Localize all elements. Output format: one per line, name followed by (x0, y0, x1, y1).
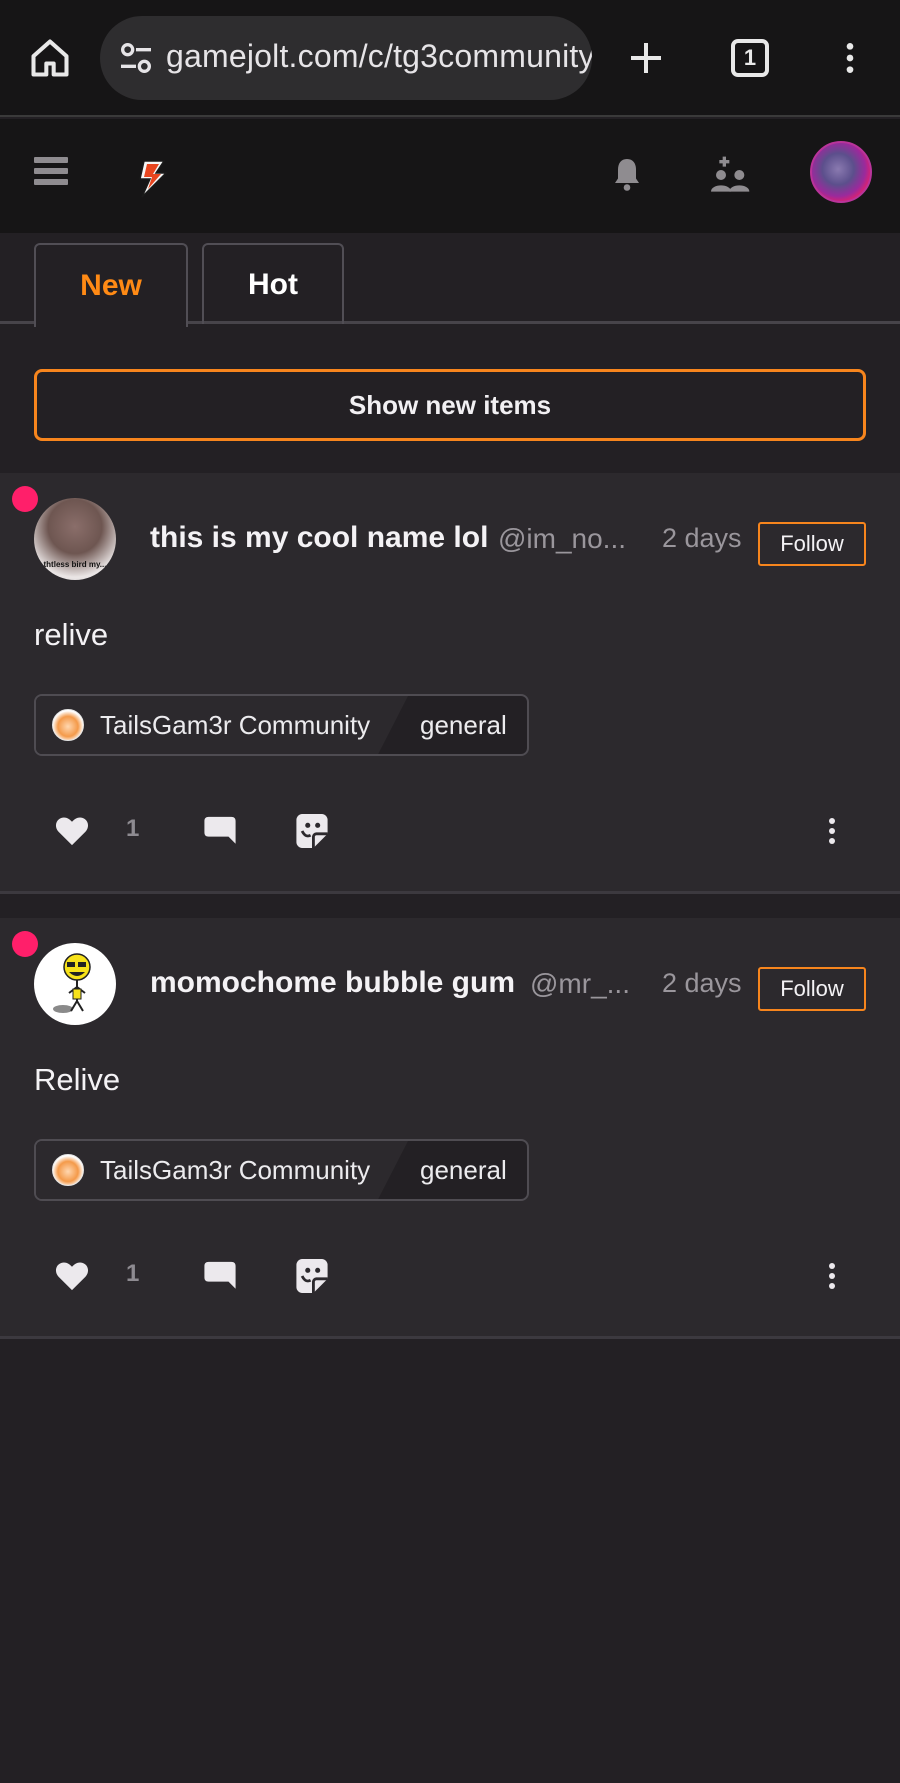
post-actions: 1 (0, 803, 900, 863)
sticker-icon (296, 814, 328, 848)
channel-name: general (420, 710, 507, 740)
author-handle[interactable]: @im_no... (498, 523, 628, 555)
feed-post[interactable]: thtless bird my... this is my cool name … (0, 473, 900, 894)
author-handle[interactable]: @mr_... (530, 968, 630, 1000)
bell-icon (615, 159, 639, 191)
community-thumbnail (52, 709, 84, 741)
like-count[interactable]: 1 (126, 1260, 139, 1288)
add-friend-icon (711, 156, 750, 192)
heart-icon (55, 817, 89, 846)
friend-requests-button[interactable] (706, 149, 756, 201)
comment-icon (204, 1261, 236, 1289)
sticker-icon (296, 1259, 328, 1293)
heart-icon (55, 1262, 89, 1291)
post-timestamp[interactable]: 2 days (662, 523, 742, 554)
tab-new[interactable]: New (34, 243, 188, 327)
site-header (0, 119, 900, 233)
author-avatar[interactable]: thtless bird my... (34, 498, 116, 580)
home-button[interactable] (20, 28, 80, 88)
tab-count: 1 (731, 39, 769, 77)
address-bar[interactable]: gamejolt.com/c/tg3community (100, 16, 592, 100)
community-pill[interactable]: TailsGam3r Community general (34, 1139, 529, 1201)
follow-button[interactable]: Follow (758, 522, 866, 566)
browser-toolbar: gamejolt.com/c/tg3community 1 (0, 0, 900, 117)
channel-name: general (420, 1155, 507, 1185)
sticker-button[interactable] (292, 1254, 332, 1298)
url-text: gamejolt.com/c/tg3community (166, 38, 592, 74)
comment-button[interactable] (200, 811, 240, 851)
follow-button[interactable]: Follow (758, 967, 866, 1011)
site-settings-icon[interactable] (116, 38, 156, 78)
post-more-button[interactable] (812, 1254, 852, 1298)
unread-indicator (12, 931, 38, 957)
avatar-caption: thtless bird my... (43, 560, 107, 569)
feed-tabs: New Hot (0, 233, 900, 327)
tab-switcher-button[interactable]: 1 (720, 28, 780, 88)
like-count[interactable]: 1 (126, 815, 139, 843)
post-more-button[interactable] (812, 809, 852, 853)
community-pill[interactable]: TailsGam3r Community general (34, 694, 529, 756)
tab-hot[interactable]: Hot (202, 243, 344, 324)
more-vertical-icon (829, 818, 835, 844)
user-avatar[interactable] (810, 141, 872, 203)
author-display-name[interactable]: this is my cool name lol (150, 521, 488, 555)
author-display-name[interactable]: momochome bubble gum (150, 966, 515, 1000)
notifications-button[interactable] (604, 149, 650, 199)
more-vertical-icon (846, 43, 854, 73)
feed-post[interactable]: momochome bubble gum @mr_... 2 days Foll… (0, 918, 900, 1339)
comment-button[interactable] (200, 1256, 240, 1296)
hamburger-menu-icon[interactable] (34, 157, 68, 191)
community-name: TailsGam3r Community (100, 1155, 371, 1185)
like-button[interactable] (52, 1256, 92, 1296)
smiley-character-icon (53, 953, 91, 1013)
unread-indicator (12, 486, 38, 512)
post-body: relive (34, 617, 109, 652)
browser-menu-button[interactable] (820, 28, 880, 88)
like-button[interactable] (52, 811, 92, 851)
post-timestamp[interactable]: 2 days (662, 968, 742, 999)
community-name: TailsGam3r Community (100, 710, 371, 740)
post-actions: 1 (0, 1248, 900, 1308)
plus-icon (631, 43, 661, 73)
home-icon (31, 39, 69, 77)
community-thumbnail (52, 1154, 84, 1186)
new-tab-button[interactable] (616, 28, 676, 88)
comment-icon (204, 816, 236, 844)
sticker-button[interactable] (292, 809, 332, 853)
gamejolt-logo-icon[interactable] (130, 155, 176, 201)
show-new-items-button[interactable]: Show new items (34, 369, 866, 441)
author-avatar[interactable] (34, 943, 116, 1025)
more-vertical-icon (829, 1263, 835, 1289)
post-body: Relive (34, 1062, 121, 1097)
